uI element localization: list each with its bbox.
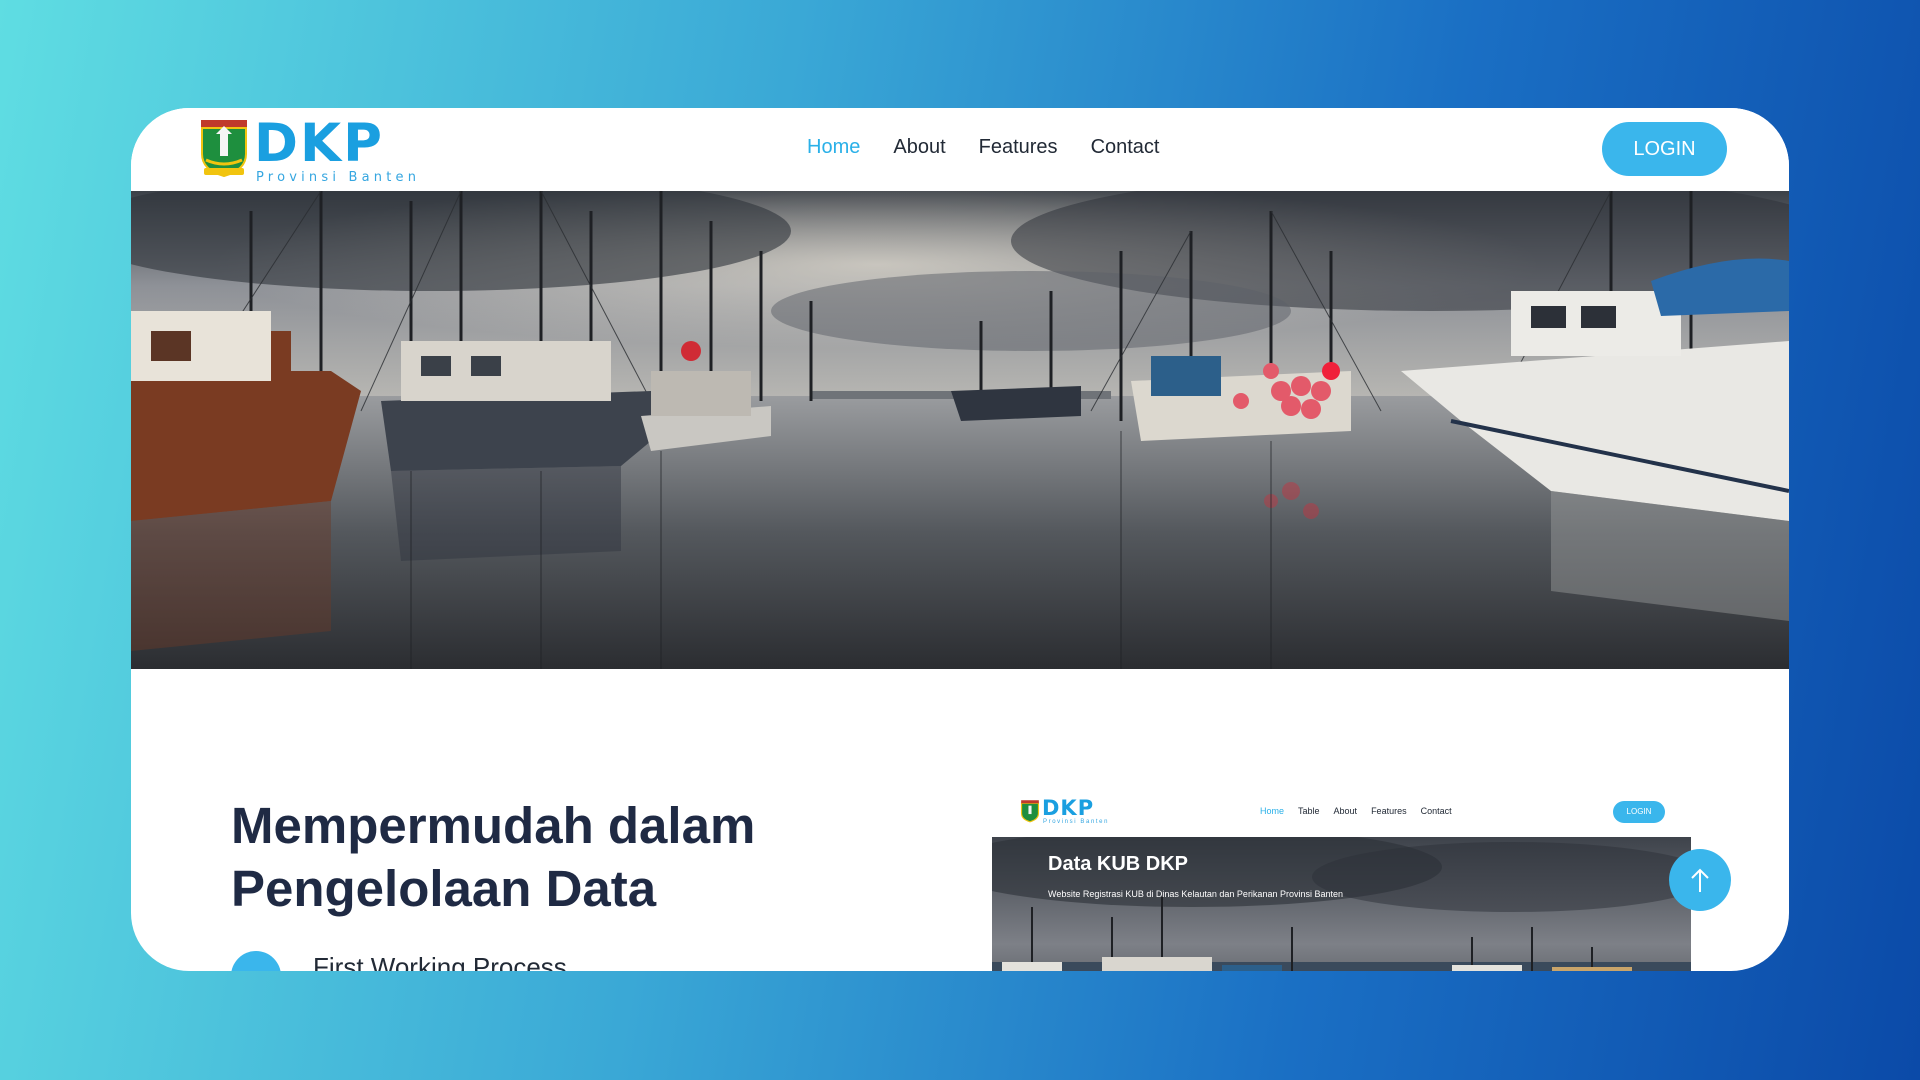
harbor-photo bbox=[131, 191, 1789, 669]
main-menu: Home About Features Contact bbox=[807, 136, 1160, 159]
scroll-to-top-button[interactable] bbox=[1669, 849, 1731, 911]
preview-brand-subtitle: Provinsi Banten bbox=[1043, 819, 1110, 825]
banten-emblem-icon bbox=[201, 120, 247, 178]
preview-nav-table: Table bbox=[1298, 806, 1320, 816]
brand-subtitle: Provinsi Banten bbox=[256, 170, 421, 185]
process-step-label: First Working Process bbox=[313, 952, 567, 971]
login-button[interactable]: LOGIN bbox=[1602, 122, 1727, 176]
preview-emblem-icon bbox=[1020, 800, 1040, 823]
preview-menu: Home Table About Features Contact bbox=[1260, 806, 1452, 816]
nav-features-link[interactable]: Features bbox=[979, 136, 1058, 159]
preview-logo: DKP Provinsi Banten bbox=[1020, 796, 1120, 830]
nav-home-link[interactable]: Home bbox=[807, 136, 860, 159]
page-headline: Mempermudah dalam Pengelolaan Data bbox=[231, 797, 756, 917]
brand-name: DKP bbox=[254, 113, 384, 174]
preview-hero-title: Data KUB DKP bbox=[1048, 853, 1189, 875]
hero-image bbox=[131, 191, 1789, 669]
preview-nav-features: Features bbox=[1371, 806, 1407, 816]
nav-contact-link[interactable]: Contact bbox=[1091, 136, 1160, 159]
preview-nav-home: Home bbox=[1260, 806, 1285, 816]
nav-about-link[interactable]: About bbox=[893, 136, 945, 159]
arrow-up-icon bbox=[1691, 868, 1709, 892]
brand-logo[interactable]: DKP Provinsi Banten bbox=[198, 114, 428, 188]
preview-hero: Data KUB DKP Website Registrasi KUB di D… bbox=[992, 837, 1691, 971]
navbar: DKP Provinsi Banten Home About Features … bbox=[131, 108, 1789, 191]
preview-nav-about: About bbox=[1333, 806, 1358, 816]
website-preview: DKP Provinsi Banten Home Table About Fea… bbox=[992, 790, 1691, 971]
preview-hero-subtitle: Website Registrasi KUB di Dinas Kelautan… bbox=[1048, 889, 1343, 899]
process-step-icon bbox=[231, 951, 281, 971]
preview-nav-contact: Contact bbox=[1420, 806, 1452, 816]
browser-window: DKP Provinsi Banten Home About Features … bbox=[131, 108, 1789, 971]
preview-login-button: LOGIN bbox=[1613, 801, 1665, 823]
preview-brand-name: DKP bbox=[1042, 796, 1095, 820]
